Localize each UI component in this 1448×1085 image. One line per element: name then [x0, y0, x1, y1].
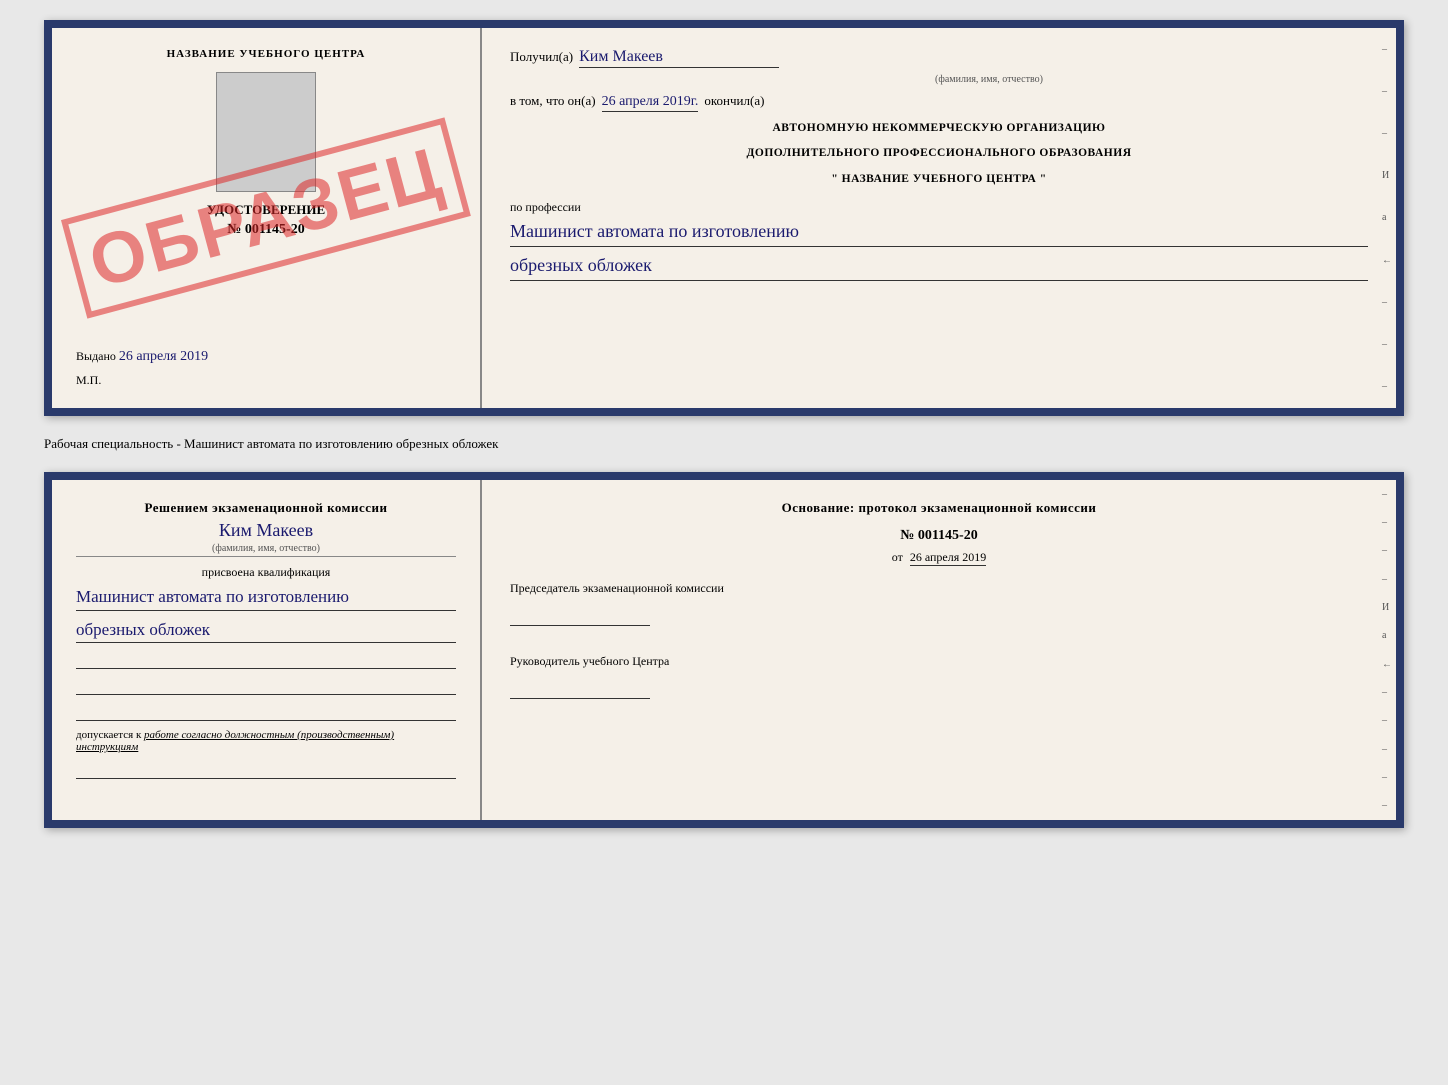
- prisvoena-label: присвоена квалификация: [76, 565, 456, 580]
- resheniem-label: Решением экзаменационной комиссии: [76, 500, 456, 516]
- dopusk-label: допускается к: [76, 729, 141, 741]
- blank-line-3: [76, 701, 456, 721]
- proto-number: № 001145-20: [510, 528, 1368, 544]
- vtom-label: в том, что он(а): [510, 93, 596, 109]
- kvalif-line1: Машинист автомата по изготовлению: [76, 584, 456, 611]
- profession-line2: обрезных обложек: [510, 253, 1368, 281]
- fio-label-bottom: (фамилия, имя, отчество): [76, 543, 456, 557]
- rukovoditel-label: Руководитель учебного Центра: [510, 654, 1368, 669]
- certificate-card-bottom: Решением экзаменационной комиссии Ким Ма…: [44, 472, 1404, 828]
- doc-number: № 001145-20: [227, 222, 304, 238]
- org-line3: " НАЗВАНИЕ УЧЕБНОГО ЦЕНТРА ": [510, 171, 1368, 188]
- po-professii-label: по профессии: [510, 200, 1368, 215]
- bottom-right-panel: Основание: протокол экзаменационной коми…: [482, 480, 1396, 820]
- proto-date-prefix: от: [892, 550, 903, 564]
- profession-line1: Машинист автомата по изготовлению: [510, 219, 1368, 247]
- recipient-row: Получил(а) Ким Макеев: [510, 48, 1368, 68]
- proto-date-row: от 26 апреля 2019: [510, 550, 1368, 565]
- predsedatel-block: Председатель экзаменационной комиссии: [510, 581, 1368, 634]
- org-line1: АВТОНОМНУЮ НЕКОММЕРЧЕСКУЮ ОРГАНИЗАЦИЮ: [510, 120, 1368, 137]
- fio-label-top: (фамилия, имя, отчество): [610, 74, 1368, 85]
- predsedatel-label: Председатель экзаменационной комиссии: [510, 581, 1368, 596]
- issued-line: Выдано 26 апреля 2019: [76, 333, 456, 365]
- mp-label: М.П.: [76, 373, 456, 388]
- rukovoditel-sign-line: [510, 675, 650, 699]
- issued-date: 26 апреля 2019: [119, 349, 208, 364]
- predsedatel-sign-line: [510, 602, 650, 626]
- komissia-name: Ким Макеев: [76, 520, 456, 541]
- osnov-label: Основание: протокол экзаменационной коми…: [510, 500, 1368, 516]
- org-line2: ДОПОЛНИТЕЛЬНОГО ПРОФЕССИОНАЛЬНОГО ОБРАЗО…: [510, 145, 1368, 162]
- bottom-left-panel: Решением экзаменационной комиссии Ким Ма…: [52, 480, 482, 820]
- right-margin-ticks: – – – И а ← – – –: [1382, 28, 1392, 408]
- recipient-name: Ким Макеев: [579, 48, 779, 68]
- certificate-card-top: НАЗВАНИЕ УЧЕБНОГО ЦЕНТРА УДОСТОВЕРЕНИЕ №…: [44, 20, 1404, 416]
- kvalif-line2: обрезных обложек: [76, 617, 456, 644]
- poluchil-label: Получил(а): [510, 49, 573, 65]
- issued-label: Выдано: [76, 349, 116, 363]
- school-name-left: НАЗВАНИЕ УЧЕБНОГО ЦЕНТРА: [167, 48, 366, 60]
- vtom-row: в том, что он(а) 26 апреля 2019г. окончи…: [510, 93, 1368, 112]
- doc-label: УДОСТОВЕРЕНИЕ: [207, 202, 325, 218]
- blank-line-2: [76, 675, 456, 695]
- blank-line-1: [76, 649, 456, 669]
- dopusk-block: допускается к работе согласно должностны…: [76, 729, 456, 753]
- date-completed: 26 апреля 2019г.: [602, 94, 699, 112]
- blank-line-4: [76, 759, 456, 779]
- cert-left-panel: НАЗВАНИЕ УЧЕБНОГО ЦЕНТРА УДОСТОВЕРЕНИЕ №…: [52, 28, 482, 408]
- okonchil-label: окончил(а): [704, 93, 764, 109]
- proto-date: 26 апреля 2019: [910, 550, 986, 566]
- section-label: Рабочая специальность - Машинист автомат…: [44, 432, 1404, 456]
- right-margin-ticks-2: – – – – И а ← – – – – –: [1382, 480, 1392, 820]
- photo-placeholder: [216, 72, 316, 192]
- cert-right-panel: Получил(а) Ким Макеев (фамилия, имя, отч…: [482, 28, 1396, 408]
- rukovoditel-block: Руководитель учебного Центра: [510, 654, 1368, 707]
